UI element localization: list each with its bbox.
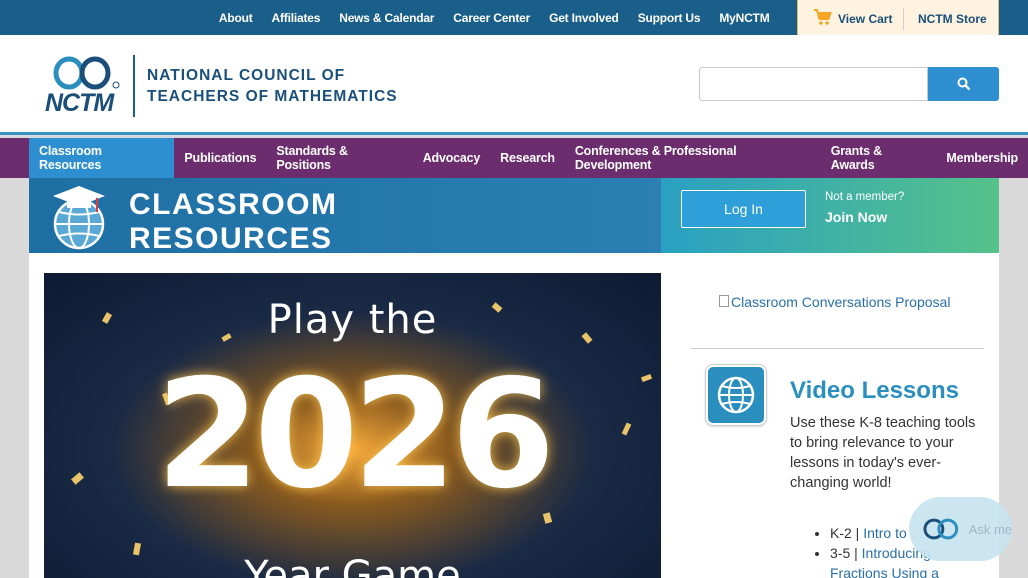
nctm-store-link[interactable]: NCTM Store [904,12,987,26]
hero-year: 2026 [155,348,555,522]
utility-link-about[interactable]: About [209,11,262,25]
globe-icon [717,376,755,414]
cart-store-box: View Cart NCTM Store [797,0,999,38]
ask-me-chat-button[interactable]: Ask me [909,497,1012,561]
nav-item-publications[interactable]: Publications [174,138,266,178]
logo-text: NATIONAL COUNCIL OF TEACHERS OF MATHEMAT… [147,65,398,107]
banner-title-area: CLASSROOM RESOURCES [29,178,661,256]
sidebar-divider [691,348,984,349]
login-button[interactable]: Log In [681,190,806,228]
banner-account-area: Log In Not a member? Join Now [661,178,999,253]
utility-links: About Affiliates News & Calendar Career … [209,0,779,35]
video-lessons-title[interactable]: Video Lessons [790,377,959,405]
utility-link-support-us[interactable]: Support Us [628,11,710,25]
logo-line-2: TEACHERS OF MATHEMATICS [147,88,398,105]
nav-item-research[interactable]: Research [490,138,565,178]
main-content: Play the 2026 Year Game Classroom Conver… [29,253,999,578]
utility-link-news-calendar[interactable]: News & Calendar [330,11,444,25]
utility-link-affiliates[interactable]: Affiliates [262,11,330,25]
search-button[interactable] [928,67,999,101]
search-form [699,67,999,101]
site-header: NCTM NATIONAL COUNCIL OF TEACHERS OF MAT… [0,35,1028,135]
hero-image-year-game[interactable]: Play the 2026 Year Game [44,273,661,578]
main-nav: Classroom Resources Publications Standar… [0,138,1028,178]
nav-item-classroom-resources[interactable]: Classroom Resources [29,138,175,178]
logo-divider [133,55,135,117]
nctm-logo-mark: NCTM [43,55,123,117]
graduation-globe-icon [51,184,111,250]
nav-item-standards-positions[interactable]: Standards & Positions [266,138,412,178]
hero-line-1: Play the [267,297,438,343]
join-now-link[interactable]: Join Now [825,209,887,225]
search-input[interactable] [699,67,928,101]
lesson-grade: 3-5 | [830,545,862,561]
video-lessons-description: Use these K-8 teaching tools to bring re… [790,415,976,491]
view-cart-label: View Cart [838,11,893,26]
nctm-chat-icon [923,518,959,540]
search-icon [957,77,970,91]
nav-item-advocacy[interactable]: Advocacy [413,138,490,178]
utility-link-get-involved[interactable]: Get Involved [540,11,629,25]
proposal-image-alt: Classroom Conversations Proposal [731,294,951,310]
utility-link-mynctm[interactable]: MyNCTM [710,11,779,25]
section-banner: CLASSROOM RESOURCES Log In Not a member?… [29,178,999,256]
video-lessons-icon-box[interactable] [705,364,767,426]
banner-title-line-1: CLASSROOM [129,188,338,221]
logo-line-1: NATIONAL COUNCIL OF [147,67,346,84]
nctm-logo[interactable]: NCTM NATIONAL COUNCIL OF TEACHERS OF MAT… [43,55,398,117]
nav-item-grants-awards[interactable]: Grants & Awards [821,138,937,178]
banner-title-line-2: RESOURCES [129,222,333,255]
proposal-image-link[interactable]: Classroom Conversations Proposal [719,294,950,310]
utility-link-career-center[interactable]: Career Center [444,11,540,25]
lesson-grade: K-2 | [830,525,864,541]
nav-item-membership[interactable]: Membership [936,138,1028,178]
not-member-text: Not a member? [825,191,905,203]
logo-acronym: NCTM [45,89,114,117]
broken-image-icon [719,294,729,310]
banner-title: CLASSROOM RESOURCES [129,188,338,256]
view-cart-link[interactable]: View Cart [798,7,904,30]
ask-me-label: Ask me [968,521,1012,537]
cart-icon [813,8,833,29]
nav-item-conferences[interactable]: Conferences & Professional Development [565,138,821,178]
hero-line-3: Year Game [244,553,461,578]
